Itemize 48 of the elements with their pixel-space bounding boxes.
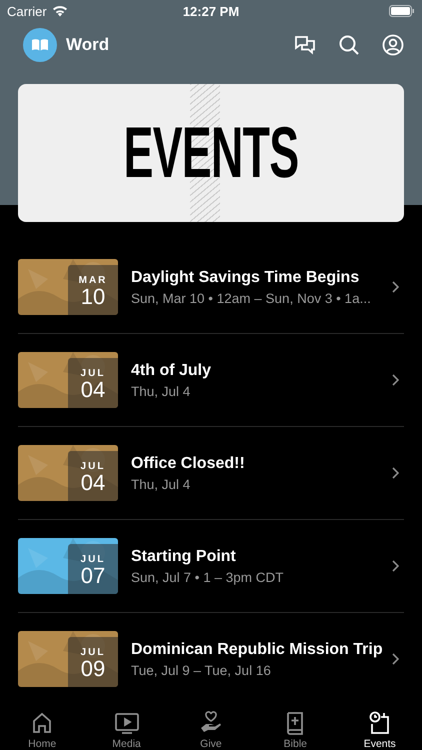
play-screen-icon: [114, 711, 140, 735]
tab-item[interactable]: Media: [84, 705, 169, 750]
event-day: 07: [80, 564, 106, 586]
app-name: Word: [66, 35, 110, 55]
chevron-icon: [392, 467, 399, 479]
chevron-icon: [392, 281, 399, 293]
wifi-icon: [52, 5, 68, 17]
event-date: Thu, Jul 4: [131, 476, 192, 492]
event-title: Starting Point: [131, 548, 237, 566]
chevron-icon: [392, 374, 399, 386]
event-title: 4th of July: [131, 362, 212, 380]
event-day: 10: [80, 286, 106, 308]
event-month: JUL: [80, 368, 106, 378]
tab-item[interactable]: Give: [168, 705, 253, 750]
event-title: Office Closed!!: [131, 454, 246, 472]
tab-item[interactable]: Home: [0, 705, 84, 750]
event-day: 09: [80, 658, 106, 680]
event-day: 04: [80, 472, 106, 494]
event-month: JUL: [80, 554, 106, 564]
event-date: Tue, Jul 9 – Tue, Jul 16: [131, 662, 272, 678]
event-date: Thu, Jul 4: [131, 384, 192, 398]
event-month: MAR: [78, 274, 108, 286]
profile-icon[interactable]: [382, 34, 404, 56]
event-title: Daylight Savings Time Begins: [131, 268, 360, 286]
event-row[interactable]: JUL 04 4th of July Thu, Jul 4: [18, 334, 404, 427]
chat-icon[interactable]: [294, 34, 316, 56]
event-day: 04: [80, 378, 106, 400]
event-date: Sun, Jul 7 • 1 – 3pm CDT: [131, 570, 285, 584]
event-row[interactable]: MAR 10 Daylight Savings Time Begins Sun, Mar 10 • 12am – Sun, Nov 3 • 1a...: [18, 241, 404, 334]
events-banner[interactable]: EVENTS: [18, 84, 404, 222]
status-time: 12:27 PM: [182, 4, 240, 18]
carrier-name: Carrier: [7, 4, 47, 18]
event-row[interactable]: JUL 04 Office Closed!! Thu, Jul 4: [18, 427, 404, 520]
event-row[interactable]: JUL 07 Starting Point Sun, Jul 7 • 1 – 3pm CDT: [18, 520, 404, 613]
event-month: JUL: [80, 460, 106, 472]
chevron-icon: [392, 653, 399, 665]
search-icon[interactable]: [338, 34, 360, 56]
event-row[interactable]: JUL 09 Dominican Republic Mission Trip Tue, Jul 9 – Tue, Jul 16: [18, 613, 404, 705]
tab-item[interactable]: Events: [338, 705, 422, 750]
battery-icon: [389, 5, 415, 17]
calendar-clock-icon: [368, 711, 392, 735]
tab-item[interactable]: Bible: [253, 705, 338, 750]
book-logo-icon[interactable]: [23, 28, 57, 62]
banner-title: EVENTS: [124, 117, 298, 189]
hand-heart-icon: [198, 711, 223, 735]
event-month: JUL: [80, 646, 106, 658]
chevron-icon: [392, 560, 399, 572]
event-date: Sun, Mar 10 • 12am – Sun, Nov 3 • 1a...: [131, 290, 372, 306]
